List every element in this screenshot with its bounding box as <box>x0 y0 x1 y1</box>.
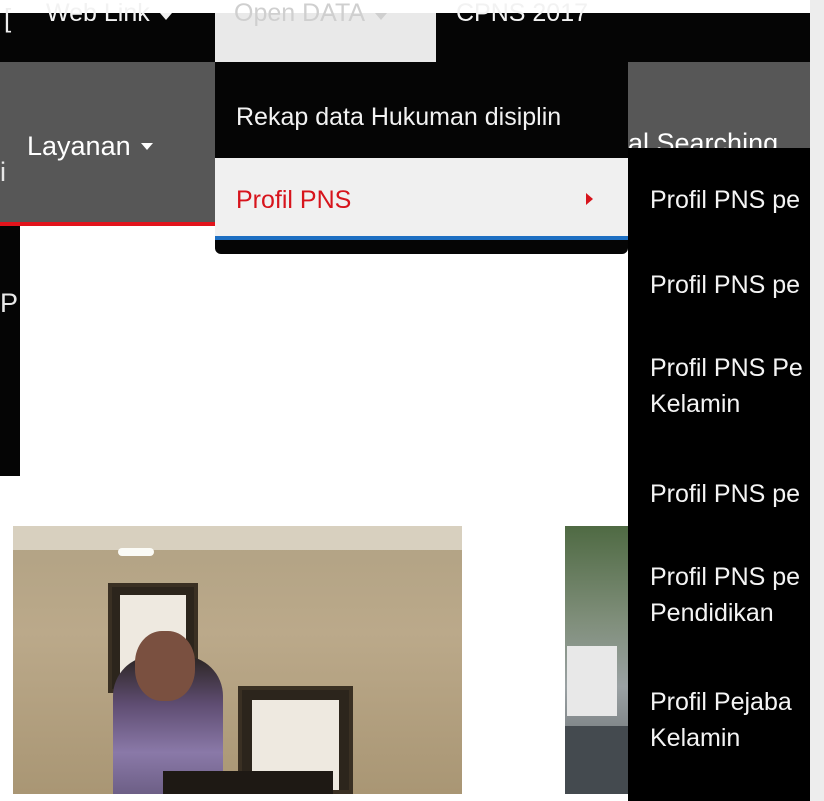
nav-searching-partial[interactable]: al Searching <box>628 128 810 148</box>
submenu-item[interactable]: Profil PNS Pe Kelamin <box>650 350 803 422</box>
submenu-item-label-line2: Kelamin <box>650 390 741 418</box>
left-partial-text[interactable]: i <box>0 157 6 188</box>
submenu-item-label: Profil PNS pe <box>650 271 801 299</box>
submenu-item[interactable]: Profil PNS pe <box>650 182 800 218</box>
photo-detail <box>567 646 617 716</box>
dropdown-item-profil-pns[interactable]: Profil PNS <box>215 158 628 240</box>
nav-open-data[interactable]: Open DATA <box>234 0 388 52</box>
submenu-item-label: Profil PNS Pe <box>650 354 803 382</box>
news-photo[interactable] <box>13 526 462 794</box>
submenu-item[interactable]: Profil PNS pe <box>650 476 800 512</box>
active-indicator <box>0 222 215 226</box>
nav-web-link-label: Web Link <box>46 0 150 27</box>
submenu-item-label: Profil PNS pe <box>650 186 801 214</box>
profil-pns-submenu: Profil PNS pe Profil PNS pe Profil PNS P… <box>628 148 810 801</box>
dropdown-item-underline <box>215 236 628 240</box>
photo-detail <box>13 526 462 550</box>
submenu-item-label: Profil PNS pe <box>650 480 801 508</box>
chevron-down-icon <box>140 143 153 150</box>
submenu-item[interactable]: Profil PNS pe <box>650 267 800 303</box>
chevron-right-icon <box>586 193 593 205</box>
submenu-item[interactable]: Profil PNS pe Pendidikan <box>650 559 800 631</box>
submenu-item-label: Profil Pejaba <box>650 688 792 716</box>
chevron-down-icon <box>375 13 388 20</box>
nav-layanan[interactable]: Layanan <box>27 131 153 162</box>
photo-detail <box>163 771 333 794</box>
photo-detail <box>135 631 195 701</box>
nav-cpns-2017[interactable]: CPNS 2017 <box>456 0 589 52</box>
submenu-item[interactable]: Profil Pejaba Kelamin <box>650 684 792 756</box>
submenu-item-label-line2: Pendidikan <box>650 599 774 627</box>
window-edge <box>810 0 824 801</box>
photo-detail <box>118 548 154 556</box>
nav-open-data-label: Open DATA <box>234 0 366 27</box>
photo-detail <box>565 726 628 794</box>
chevron-down-icon <box>159 13 172 20</box>
top-nav-partial-item[interactable]: [ <box>4 3 11 34</box>
dropdown-item-rekap-hukuman[interactable]: Rekap data Hukuman disiplin <box>236 103 561 132</box>
dropdown-item-profil-pns-label: Profil PNS <box>236 186 352 214</box>
left-partial-text[interactable]: P <box>0 288 18 319</box>
nav-web-link[interactable]: Web Link <box>46 0 172 52</box>
submenu-item-label: Profil PNS pe <box>650 563 801 591</box>
nav-layanan-label: Layanan <box>27 131 131 161</box>
left-panel <box>0 226 20 476</box>
news-photo[interactable] <box>565 526 628 794</box>
nav-searching-label: al Searching <box>628 128 779 148</box>
submenu-item-label-line2: Kelamin <box>650 724 741 752</box>
nav-cpns-label: CPNS 2017 <box>456 0 589 27</box>
